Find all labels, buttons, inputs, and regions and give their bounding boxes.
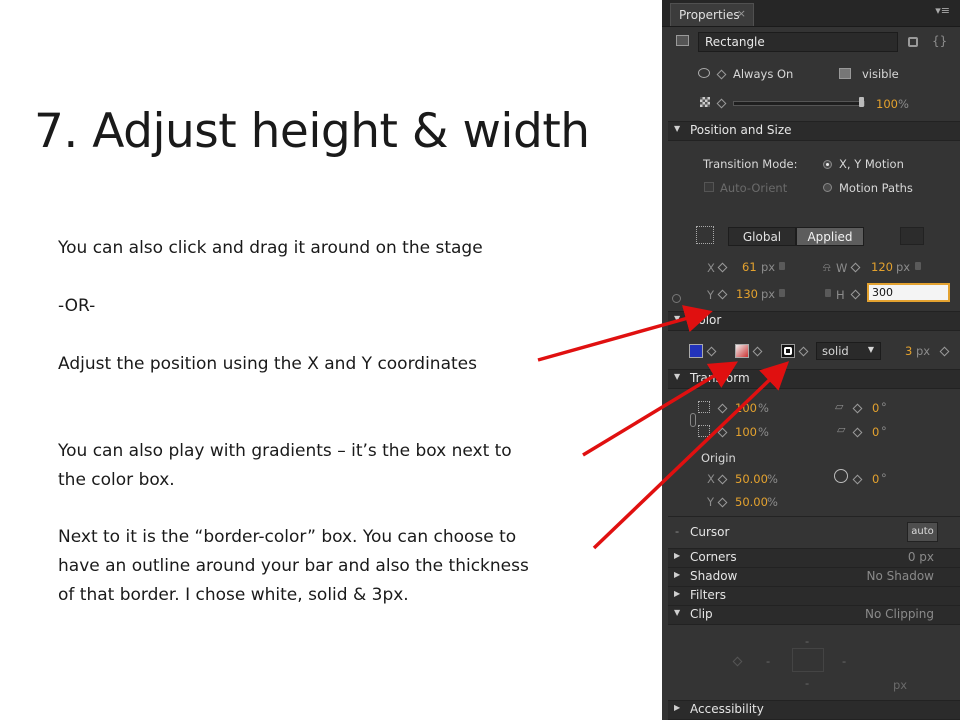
arrow-to-coordinates xyxy=(537,305,713,362)
arrow-to-border-color xyxy=(592,361,790,550)
arrow-to-gradient xyxy=(582,361,738,457)
annotation-arrows xyxy=(537,305,790,550)
